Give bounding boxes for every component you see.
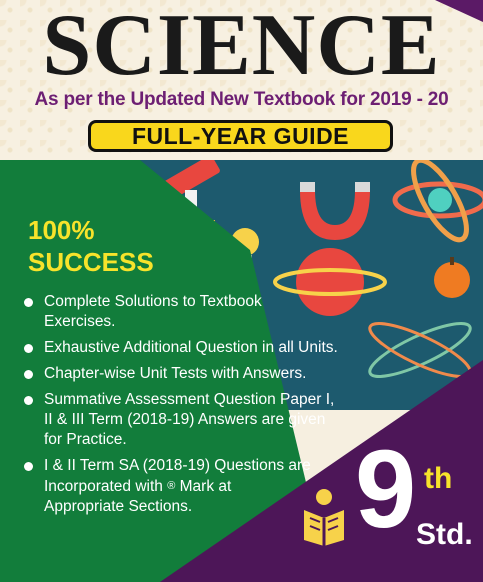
book-cover: SCIENCE As per the Updated New Textbook … (0, 0, 483, 582)
guide-badge: FULL-YEAR GUIDE (88, 120, 393, 152)
bullet-icon (24, 298, 33, 307)
feature-item: I & II Term SA (2018-19) Questions are I… (24, 456, 314, 517)
feature-list: Complete Solutions to Textbook Exercises… (24, 292, 344, 523)
feature-item: Exhaustive Additional Question in all Un… (24, 338, 344, 358)
standard-suffix: th (424, 462, 453, 495)
mark-symbol: ® (167, 480, 176, 492)
magnet-icon (300, 182, 370, 240)
bullet-icon (24, 370, 33, 379)
feature-text: Chapter-wise Unit Tests with Answers. (44, 365, 307, 382)
success-percent: 100% (28, 215, 95, 245)
apple-icon (434, 257, 470, 298)
book-subtitle: As per the Updated New Textbook for 2019… (34, 89, 449, 110)
bullet-icon (24, 462, 33, 471)
feature-text: I & II Term SA (2018-19) Questions are I… (44, 457, 311, 495)
feature-text: Summative Assessment Question Paper I, I… (44, 391, 335, 448)
bullet-icon (24, 396, 33, 405)
atom-icon (392, 160, 483, 243)
bullet-icon (24, 344, 33, 353)
standard-label: Std. (416, 518, 473, 551)
book-title: SCIENCE (42, 0, 441, 94)
standard-number: 9 (355, 428, 417, 551)
feature-text: Complete Solutions to Textbook Exercises… (44, 293, 262, 330)
feature-item: Chapter-wise Unit Tests with Answers. (24, 364, 344, 384)
feature-item: Complete Solutions to Textbook Exercises… (24, 292, 304, 332)
feature-item: Summative Assessment Question Paper I, I… (24, 390, 344, 450)
feature-text: Exhaustive Additional Question in all Un… (44, 339, 338, 356)
success-heading: 100% SUCCESS (28, 214, 154, 278)
book-reader-icon (304, 489, 344, 546)
success-word: SUCCESS (28, 247, 154, 277)
